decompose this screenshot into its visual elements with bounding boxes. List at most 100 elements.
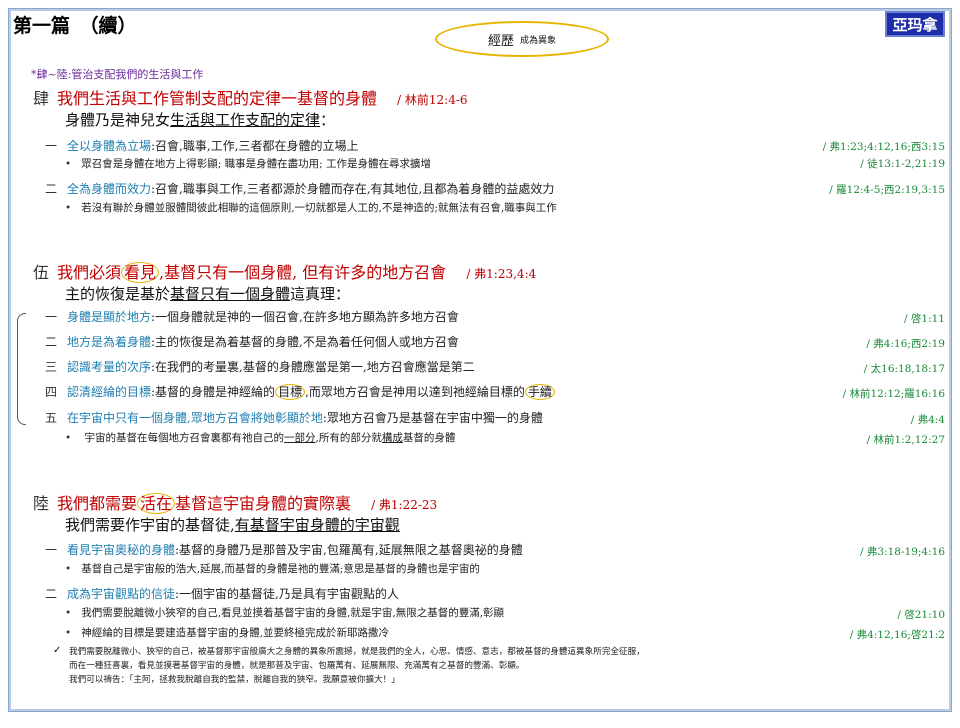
s6-item-1-num: 一 xyxy=(45,543,58,557)
section-crumb: *肆~陸:管治支配我們的生活與工作 xyxy=(31,68,204,81)
s6-item-1-body: :基督的身體乃是那普及宇宙,包羅萬有,延展無限之基督奧祕的身體 xyxy=(175,543,523,557)
s4-item-2-body: :召會,職事與工作,三者都源於身體而存在,有其地位,且都為着身體的益處效力 xyxy=(151,182,555,196)
s6-number: 陸 xyxy=(33,494,50,513)
s5-item-3-num: 三 xyxy=(45,360,58,374)
s5-bullet-1-a: 宇宙的基督在每個地方召會裏都有祂自己的 xyxy=(84,432,285,444)
s5-item-3: 三認識考量的次序:在我們的考量裏,基督的身體應當是第一,地方召會應當是第二 xyxy=(45,358,475,375)
check-mark-icon: ✓ xyxy=(53,645,62,656)
s5-item-2-ref: / 弗4:16;西2:19 xyxy=(866,338,945,350)
s5-head-circled: 看見 xyxy=(121,262,160,283)
note-line-1: 我們需要脫離微小、狹窄的自己，被基督那宇宙般廣大之身體的異象所震撼，就是我們的全… xyxy=(69,647,645,657)
s4-item-2-ref: / 羅12:4-5;西2:19,3:15 xyxy=(829,184,945,196)
s5-bullet-1-u1: 一部分 xyxy=(284,432,316,444)
s4-bullet-2: 若沒有聯於身體並服體間彼此相聯的這個原則,一切就都是人工的,不是神造的;就無法有… xyxy=(65,200,557,215)
s6-bullet-3: 神經綸的目標是要建造基督宇宙的身體,並要終極完成於新耶路撒冷 xyxy=(65,625,389,640)
s6-bullet-1: 基督自己是宇宙般的浩大,延展,而基督的身體是祂的豐滿;意思是基督的身體也是宇宙的 xyxy=(65,561,480,576)
s5-head-a: 我們必須 xyxy=(57,263,122,282)
s5-item-1: 一身體是顯於地方:一個身體就是神的一個召會,在許多地方顯為許多地方召會 xyxy=(45,308,459,325)
s5-item-2-body: :主的恢復是為着基督的身體,不是為着任何個人或地方召會 xyxy=(151,335,459,349)
s4-subtitle-u: 生活與工作支配的定律 xyxy=(170,111,321,129)
s5-item-5-num: 五 xyxy=(45,411,58,425)
s5-bullet-1-c: 基督的身體 xyxy=(402,432,456,444)
s6-item-2-num: 二 xyxy=(45,587,58,601)
s6-item-2-title: 成為宇宙觀點的信徒 xyxy=(67,587,176,601)
s6-ref: / 弗1:22-23 xyxy=(371,498,438,512)
s5-heading: 伍我們必須 看見 ,基督只有一個身體, 但有许多的地方召會 / 弗1:23,4:4 xyxy=(33,259,536,283)
s4-number: 肆 xyxy=(33,89,50,108)
experience-oval: 經歷 成為異象 xyxy=(435,21,609,57)
slide: 第一篇 （續） 亞玛拿 經歷 成為異象 *肆~陸:管治支配我們的生活與工作 肆我… xyxy=(8,8,952,712)
s6-bullet-2: 我們需要脫離微小狹窄的自己,看見並摸着基督宇宙的身體,就是宇宙,無限之基督的豐滿… xyxy=(65,605,504,620)
s6-item-1: 一看見宇宙奧秘的身體:基督的身體乃是那普及宇宙,包羅萬有,延展無限之基督奧祕的身… xyxy=(45,541,523,558)
s5-item-2-title: 地方是為着身體 xyxy=(67,335,152,349)
s5-head-b: ,基督只有一個身體, 但有许多的地方召會 xyxy=(159,263,447,282)
s5-item-1-ref: / 啓1:11 xyxy=(904,313,945,325)
s5-item-4-body-b: ,而眾地方召會是神用以達到祂經綸目標的 xyxy=(305,385,525,399)
s4-item-2: 二全為身體而效力:召會,職事與工作,三者都源於身體而存在,有其地位,且都為着身體… xyxy=(45,180,554,197)
s5-subtitle-b: 這真理： xyxy=(290,285,351,303)
s6-subtitle-a: 我們需要作宇宙的基督徒, xyxy=(65,516,235,534)
oval-main: 經歷 xyxy=(487,33,514,49)
s6-bullet-2-ref: / 啓21:10 xyxy=(897,609,945,621)
s6-subtitle: 我們需要作宇宙的基督徒,有基督宇宙身體的宇宙觀 xyxy=(65,514,400,535)
s4-item-1-body: :召會,職事,工作,三者都在身體的立場上 xyxy=(151,139,359,153)
s6-item-2: 二成為宇宙觀點的信徒:一個宇宙的基督徒,乃是具有宇宙觀點的人 xyxy=(45,585,399,602)
s5-item-1-title: 身體是顯於地方 xyxy=(67,310,152,324)
s4-item-1-num: 一 xyxy=(45,139,58,153)
s6-item-2-body: :一個宇宙的基督徒,乃是具有宇宙觀點的人 xyxy=(175,587,399,601)
s4-item-2-title: 全為身體而效力 xyxy=(67,182,152,196)
s4-bullet-1: 眾召會是身體在地方上得彰顯; 職事是身體在盡功用; 工作是身體在尋求擴增 xyxy=(65,156,431,171)
s6-subtitle-u: 有基督宇宙身體的宇宙觀 xyxy=(234,516,400,534)
s5-item-3-body: :在我們的考量裏,基督的身體應當是第一,地方召會應當是第二 xyxy=(151,360,475,374)
s5-item-1-num: 一 xyxy=(45,310,58,324)
page-title: 第一篇 （續） xyxy=(13,15,137,37)
s5-item-4-circled-2: 手續 xyxy=(524,384,555,400)
s6-item-1-title: 看見宇宙奧秘的身體 xyxy=(67,543,176,557)
s5-item-2: 二地方是為着身體:主的恢復是為着基督的身體,不是為着任何個人或地方召會 xyxy=(45,333,459,350)
s5-item-4: 四認清經綸的目標:基督的身體是神經綸的 目標 ,而眾地方召會是神用以達到祂經綸目標的… xyxy=(45,383,555,400)
s4-item-2-num: 二 xyxy=(45,182,58,196)
s4-bullet-1-ref: / 徒13:1-2,21:19 xyxy=(860,158,945,170)
s5-subtitle-a: 主的恢復是基於 xyxy=(65,285,171,303)
s6-item-1-ref: / 弗3:18-19;4:16 xyxy=(860,546,945,558)
s6-head-b: 基督這宇宙身體的實際裏 xyxy=(175,494,352,513)
oval-sub: 成為異象 xyxy=(520,35,557,46)
s6-head-a: 我們都需要 xyxy=(57,494,138,513)
s5-item-4-ref: / 林前12:12;羅16:16 xyxy=(842,388,945,400)
s5-item-4-num: 四 xyxy=(45,385,58,399)
s5-item-4-title: 認清經綸的目標 xyxy=(67,385,152,399)
s4-subtitle-a: 身體乃是神兒女 xyxy=(65,111,171,129)
s5-number: 伍 xyxy=(33,263,50,282)
s5-item-5: 五在宇宙中只有一個身體,眾地方召會將她彰顯於地:眾地方召會乃是基督在宇宙中獨一的… xyxy=(45,409,543,426)
s4-subtitle: 身體乃是神兒女生活與工作支配的定律： xyxy=(65,109,335,130)
s4-item-1: 一全以身體為立場:召會,職事,工作,三者都在身體的立場上 xyxy=(45,137,359,154)
s5-bullet-1-b: ,所有的部分就 xyxy=(315,432,382,444)
s4-item-1-ref: / 弗1:23;4:12,16;西3:15 xyxy=(822,141,945,153)
s5-item-5-body: :眾地方召會乃是基督在宇宙中獨一的身體 xyxy=(322,411,543,425)
s4-item-1-title: 全以身體為立場 xyxy=(67,139,152,153)
s5-bullet-1-ref: / 林前1:2,12:27 xyxy=(866,434,945,446)
s4-heading: 肆我們生活與工作管制支配的定律一基督的身體 / 林前12:4-6 xyxy=(33,85,468,109)
note-line-2: 而在一種狂喜裏，看見並摸著基督宇宙的身體，就是那普及宇宙、包羅萬有、延展無限、充… xyxy=(69,661,525,671)
s5-item-5-title: 在宇宙中只有一個身體,眾地方召會將她彰顯於地 xyxy=(67,411,323,425)
s5-bullet-1-u2: 構成 xyxy=(381,432,403,444)
s5-subtitle: 主的恢復是基於基督只有一個身體這真理： xyxy=(65,283,350,304)
s5-item-3-title: 認識考量的次序 xyxy=(67,360,152,374)
s5-item-5-ref: / 弗4:4 xyxy=(910,414,945,426)
s6-bullet-3-ref: / 弗4:12,16;啓21:2 xyxy=(849,629,945,641)
s4-subtitle-b: ： xyxy=(320,111,336,129)
s5-item-4-body-a: :基督的身體是神經綸的 xyxy=(151,385,276,399)
logo: 亞玛拿 xyxy=(885,11,945,37)
s5-subtitle-u: 基督只有一個身體 xyxy=(170,285,291,303)
s5-item-2-num: 二 xyxy=(45,335,58,349)
note-line-3: 我們可以禱告：「主阿，拯救我脫離自我的監禁，脫離自我的狹窄。我願意被你擴大！」 xyxy=(69,675,400,685)
s5-item-1-body: :一個身體就是神的一個召會,在許多地方顯為許多地方召會 xyxy=(151,310,459,324)
s4-head-text: 我們生活與工作管制支配的定律一基督的身體 xyxy=(57,89,378,108)
s5-ref: / 弗1:23,4:4 xyxy=(466,267,537,281)
s5-bracket xyxy=(17,313,26,425)
s5-item-3-ref: / 太16:18,18:17 xyxy=(863,363,945,375)
s5-bullet-1: 宇宙的基督在每個地方召會裏都有祂自己的一部分,所有的部分就構成基督的身體 xyxy=(65,430,456,445)
s5-item-4-circled-1: 目標 xyxy=(275,384,306,400)
s6-heading: 陸我們都需要 活在 基督這宇宙身體的實際裏 / 弗1:22-23 xyxy=(33,490,437,514)
s6-head-circled: 活在 xyxy=(137,493,176,514)
